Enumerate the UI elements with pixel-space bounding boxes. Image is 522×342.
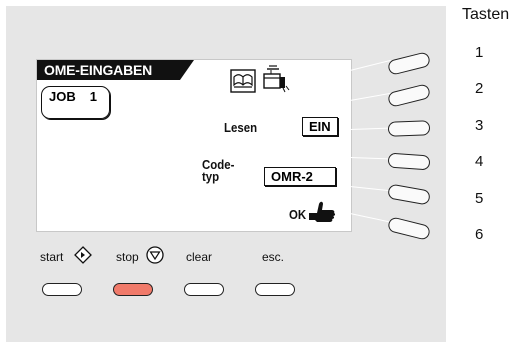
- job-label: JOB: [49, 89, 76, 104]
- tasten-title: Tasten: [462, 6, 510, 23]
- tasten-number: 3: [475, 117, 484, 134]
- stop-triangle-icon: [146, 246, 164, 264]
- tasten-number: 6: [475, 226, 484, 243]
- feeder-icon: [263, 65, 290, 93]
- stop-button[interactable]: [113, 283, 153, 296]
- tasten-number: 1: [475, 44, 484, 61]
- stop-label: stop: [116, 250, 139, 264]
- codetype-label-line2: typ: [202, 169, 220, 184]
- esc-button[interactable]: [255, 283, 295, 296]
- read-label: Lesen: [224, 120, 258, 135]
- book-icon: [230, 69, 256, 93]
- codetype-value: OMR-2: [264, 167, 336, 186]
- tasten-number: 2: [475, 80, 484, 97]
- job-indicator: JOB 1: [41, 86, 110, 119]
- tasten-number: 4: [475, 153, 484, 170]
- job-number: 1: [89, 89, 97, 104]
- display-screen: OME-EINGABEN JOB 1 Lesen EIN Code- typ OM…: [36, 59, 352, 232]
- clear-label: clear: [186, 250, 213, 264]
- esc-label: esc.: [262, 250, 285, 264]
- clear-button[interactable]: [184, 283, 224, 296]
- read-value: EIN: [302, 117, 338, 136]
- start-diamond-icon: [74, 246, 92, 264]
- codetype-label: Code- typ: [202, 158, 234, 184]
- start-label: start: [40, 250, 64, 264]
- softkey-3[interactable]: [387, 120, 431, 137]
- ok-label: OK: [289, 207, 307, 222]
- start-button[interactable]: [42, 283, 82, 296]
- screen-title: OME-EINGABEN: [37, 60, 194, 80]
- thumbs-up-hand-icon: [309, 201, 336, 222]
- tasten-number: 5: [475, 190, 484, 207]
- softkey-4[interactable]: [387, 152, 431, 171]
